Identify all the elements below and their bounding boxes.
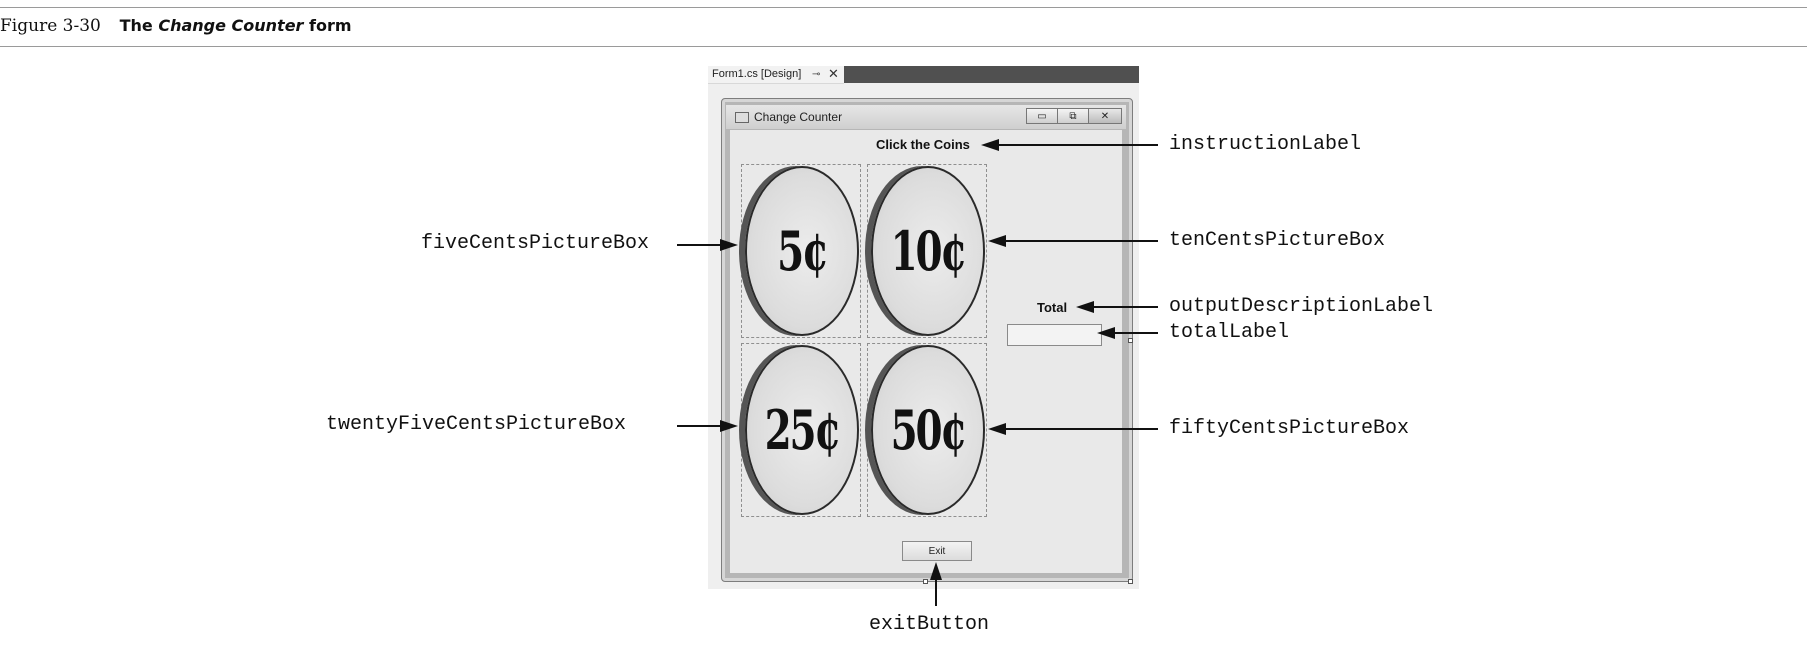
callout-line — [1114, 332, 1158, 334]
coin-value: 25¢ — [764, 398, 842, 462]
resize-handle[interactable] — [1128, 338, 1133, 343]
coin-value: 5¢ — [777, 219, 829, 283]
callout-arrowhead — [930, 562, 942, 580]
callout-twenty-five-cents: twentyFiveCentsPictureBox — [326, 413, 627, 436]
callout-line — [677, 244, 720, 246]
total-label — [1007, 324, 1102, 346]
coin-value: 50¢ — [890, 398, 968, 462]
callout-arrowhead — [1097, 327, 1115, 339]
coin-image: 10¢ — [871, 166, 985, 336]
minimize-button[interactable]: ▭ — [1026, 108, 1058, 124]
window-buttons: ▭ ⧉ ✕ — [1026, 108, 1122, 124]
callout-total-label: totalLabel — [1169, 321, 1290, 344]
caption-top-rule — [0, 7, 1807, 8]
fifty-cents-picture-box[interactable]: 50¢ — [867, 343, 987, 517]
form-icon — [735, 112, 749, 123]
callout-instruction-label: instructionLabel — [1169, 133, 1362, 156]
twenty-five-cents-picture-box[interactable]: 25¢ — [741, 343, 861, 517]
close-button[interactable]: ✕ — [1088, 108, 1122, 124]
callout-arrowhead — [720, 239, 738, 251]
callout-five-cents: fiveCentsPictureBox — [421, 232, 650, 255]
callout-line — [998, 144, 1158, 146]
figure-title: The Change Counter form — [119, 16, 352, 35]
callout-arrowhead — [720, 420, 738, 432]
callout-line — [1005, 428, 1158, 430]
callout-line — [1093, 306, 1158, 308]
tab-close-icon[interactable]: ✕ — [828, 65, 839, 82]
five-cents-picture-box[interactable]: 5¢ — [741, 164, 861, 338]
callout-ten-cents: tenCentsPictureBox — [1169, 229, 1386, 252]
resize-handle[interactable] — [923, 579, 928, 584]
callout-line — [935, 580, 937, 606]
callout-arrowhead — [988, 423, 1006, 435]
callout-output-description: outputDescriptionLabel — [1169, 295, 1434, 318]
callout-arrowhead — [988, 235, 1006, 247]
maximize-button[interactable]: ⧉ — [1057, 108, 1089, 124]
ten-cents-picture-box[interactable]: 10¢ — [867, 164, 987, 338]
coin-image: 25¢ — [745, 345, 859, 515]
figure-caption: Figure 3-30 The Change Counter form — [0, 16, 352, 36]
coin-image: 5¢ — [745, 166, 859, 336]
callout-arrowhead — [1076, 301, 1094, 313]
callout-exit-button: exitButton — [869, 613, 990, 636]
pin-icon[interactable]: ⊸ — [812, 66, 820, 83]
form-titlebar[interactable]: Change Counter ▭ ⧉ ✕ — [726, 105, 1126, 129]
caption-bottom-rule — [0, 46, 1807, 47]
figure-number: Figure 3-30 — [0, 16, 101, 36]
callout-line — [677, 425, 720, 427]
callout-line — [1005, 240, 1158, 242]
form-title: Change Counter — [754, 110, 843, 124]
callout-arrowhead — [981, 139, 999, 151]
tab-label: Form1.cs [Design] — [712, 68, 802, 80]
coin-image: 50¢ — [871, 345, 985, 515]
tab-form1-design[interactable]: Form1.cs [Design] ⊸ ✕ — [708, 66, 844, 84]
resize-handle[interactable] — [1128, 579, 1133, 584]
exit-button[interactable]: Exit — [902, 541, 972, 561]
coin-value: 10¢ — [890, 219, 968, 283]
instruction-label: Click the Coins — [876, 137, 970, 152]
output-description-label: Total — [1037, 300, 1068, 315]
callout-fifty-cents: fiftyCentsPictureBox — [1169, 417, 1410, 440]
